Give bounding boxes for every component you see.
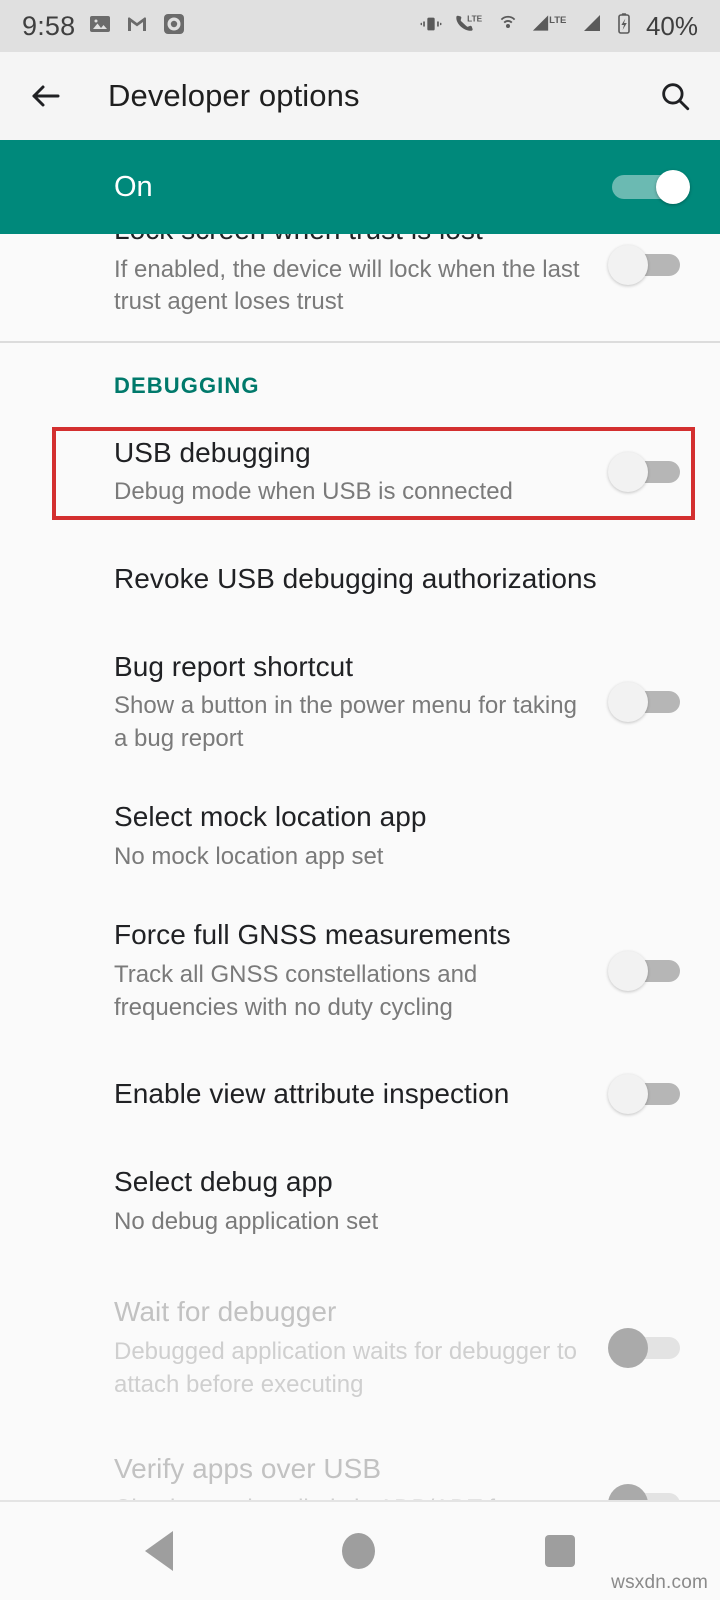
switch-knob — [608, 681, 648, 722]
battery-charging-icon — [615, 12, 633, 41]
row-title: Enable view attribute inspection — [114, 1078, 510, 1110]
settings-list: Lock screen when trust is lost If enable… — [0, 140, 720, 1500]
watermark: wsxdn.com — [611, 1572, 708, 1593]
recents-square-icon[interactable] — [545, 1535, 576, 1567]
row-summary: No mock location app set — [114, 843, 384, 871]
volte-icon: LTE — [453, 13, 485, 40]
master-toggle-label: On — [114, 170, 153, 203]
gmail-icon — [125, 12, 149, 41]
photos-icon — [88, 12, 112, 41]
svg-text:LTE: LTE — [467, 14, 482, 23]
app-bar: Developer options — [0, 52, 720, 140]
list-item-force-full-gnss-measurements[interactable]: Force full GNSS measurements Track all G… — [0, 895, 720, 1046]
row-text: Wait for debugger Debugged application w… — [114, 1294, 608, 1401]
toggle-switch-verify-apps-over-usb — [608, 1484, 682, 1500]
section-header-debugging: DEBUGGING — [114, 372, 260, 398]
switch-knob — [608, 245, 648, 286]
battery-percent-label: 40% — [645, 10, 698, 41]
switch-knob — [608, 950, 648, 991]
row-summary: No debug application set — [114, 1207, 379, 1235]
switch-knob — [656, 170, 690, 204]
row-summary: Debugged application waits for debugger … — [114, 1338, 577, 1398]
status-bar-left: 9:58 — [22, 11, 186, 42]
row-summary: If enabled, the device will lock when th… — [114, 255, 580, 316]
row-text: Bug report shortcut Show a button in the… — [114, 649, 608, 756]
switch-knob — [608, 1074, 648, 1115]
toggle-switch-usb-debugging[interactable] — [608, 451, 682, 492]
signal-icon — [582, 12, 604, 41]
row-title: Revoke USB debugging authorizations — [114, 562, 597, 594]
search-icon[interactable] — [658, 79, 692, 113]
page-title: Developer options — [108, 78, 360, 113]
row-text: Verify apps over USB Check apps installe… — [114, 1451, 608, 1500]
signal-lte-icon: LTE — [531, 12, 571, 41]
switch-knob — [608, 451, 648, 492]
vibrate-icon — [420, 13, 442, 40]
status-clock: 9:58 — [22, 10, 76, 41]
svg-text:LTE: LTE — [549, 15, 566, 26]
row-text: Select debug app No debug application se… — [114, 1164, 690, 1238]
row-summary: Check apps installed via ADB/ADT for har… — [114, 1493, 584, 1500]
settings-scroll-area[interactable]: Lock screen when trust is lost If enable… — [0, 140, 720, 1500]
row-title: Bug report shortcut — [114, 650, 354, 682]
list-item-bug-report-shortcut[interactable]: Bug report shortcut Show a button in the… — [0, 627, 720, 778]
toggle-switch-lock-screen-when-trust-is-lost[interactable] — [608, 245, 682, 286]
list-item-wait-for-debugger: Wait for debugger Debugged application w… — [0, 1260, 720, 1423]
switch-knob — [608, 1484, 648, 1500]
list-item-verify-apps-over-usb: Verify apps over USB Check apps installe… — [0, 1423, 720, 1500]
row-title: Select debug app — [114, 1166, 333, 1198]
status-bar: 9:58 LTE LTE 40% — [0, 0, 720, 52]
list-item-select-mock-location-app[interactable]: Select mock location app No mock locatio… — [0, 777, 720, 895]
row-summary: Show a button in the power menu for taki… — [114, 692, 577, 752]
list-item-usb-debugging[interactable]: USB debugging Debug mode when USB is con… — [0, 413, 720, 531]
row-text: Revoke USB debugging authorizations — [114, 561, 690, 597]
row-title: Select mock location app — [114, 801, 427, 833]
back-triangle-icon[interactable] — [144, 1531, 173, 1571]
row-title: Force full GNSS measurements — [114, 919, 511, 951]
list-item-enable-view-attribute-inspection[interactable]: Enable view attribute inspection — [0, 1046, 720, 1142]
row-summary: Track all GNSS constellations and freque… — [114, 961, 478, 1021]
phone-screen: 9:58 LTE LTE 40% Developer options If en… — [0, 0, 720, 1600]
screen-recorder-icon — [162, 12, 186, 41]
toggle-switch-wait-for-debugger — [608, 1327, 682, 1368]
row-text: Force full GNSS measurements Track all G… — [114, 917, 608, 1024]
row-title: Verify apps over USB — [114, 1452, 382, 1484]
list-item-revoke-usb-debugging-authorizations[interactable]: Revoke USB debugging authorizations — [0, 531, 720, 627]
row-text: Enable view attribute inspection — [114, 1076, 608, 1112]
row-title: Wait for debugger — [114, 1296, 337, 1328]
row-summary: Debug mode when USB is connected — [114, 478, 513, 506]
toggle-switch-force-full-gnss-measurements[interactable] — [608, 950, 682, 991]
row-text: USB debugging Debug mode when USB is con… — [114, 435, 608, 509]
master-toggle-switch[interactable] — [612, 170, 690, 204]
hotspot-icon — [496, 12, 520, 41]
home-circle-icon[interactable] — [342, 1533, 376, 1569]
row-text: Select mock location app No mock locatio… — [114, 799, 690, 873]
status-bar-right: LTE LTE 40% — [420, 11, 698, 42]
developer-options-master-toggle-bar[interactable]: On — [0, 140, 720, 234]
switch-knob — [608, 1327, 648, 1368]
row-title: USB debugging — [114, 436, 311, 468]
toggle-switch-enable-view-attribute-inspection[interactable] — [608, 1074, 682, 1115]
list-item-select-debug-app[interactable]: Select debug app No debug application se… — [0, 1142, 720, 1260]
toggle-switch-bug-report-shortcut[interactable] — [608, 681, 682, 722]
back-arrow-icon[interactable] — [28, 78, 64, 114]
